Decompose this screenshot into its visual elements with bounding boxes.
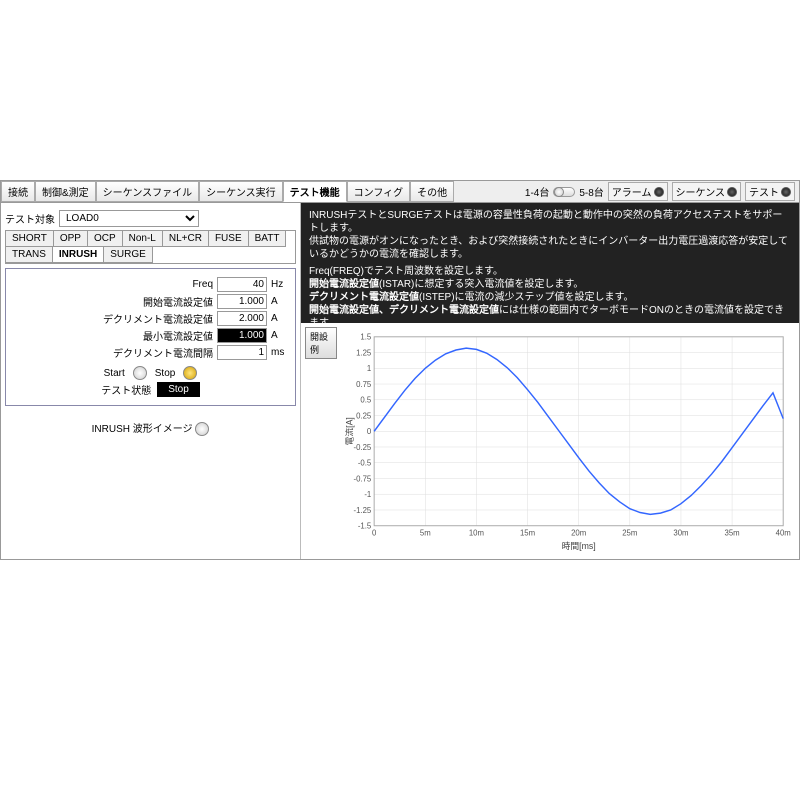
subtab-surge[interactable]: SURGE	[104, 247, 153, 263]
subtab-batt[interactable]: BATT	[249, 231, 287, 247]
unit-range-toggle[interactable]	[553, 187, 575, 197]
main-tabs-bar: 接続 制御&測定 シーケンスファイル シーケンス実行 テスト機能 コンフィグ そ…	[1, 181, 799, 203]
svg-text:10m: 10m	[469, 528, 484, 537]
inrush-wave-button[interactable]	[195, 422, 209, 436]
unit-range-left-label: 1-4台	[525, 184, 549, 199]
svg-text:20m: 20m	[571, 528, 586, 537]
freq-input[interactable]	[217, 277, 267, 292]
target-label: テスト対象	[5, 211, 55, 226]
alarm-status: アラーム	[608, 182, 668, 201]
svg-text:1.5: 1.5	[360, 333, 371, 342]
istep-unit: A	[271, 313, 287, 324]
subtab-opp[interactable]: OPP	[54, 231, 88, 247]
subtab-inrush[interactable]: INRUSH	[53, 247, 104, 263]
svg-text:電流[A]: 電流[A]	[344, 417, 355, 445]
stop-button[interactable]	[183, 366, 197, 380]
istop-input[interactable]	[217, 328, 267, 343]
istep-label: デクリメント電流設定値	[103, 311, 213, 326]
svg-text:0.25: 0.25	[356, 411, 371, 420]
inrush-wave-label: INRUSH 波形イメージ	[92, 424, 193, 435]
freq-label: Freq	[103, 279, 213, 290]
unit-range-right-label: 5-8台	[579, 184, 603, 199]
svg-text:40m: 40m	[776, 528, 791, 537]
tab-connect[interactable]: 接続	[1, 181, 35, 202]
svg-text:時間[ms]: 時間[ms]	[562, 541, 596, 551]
svg-text:1.25: 1.25	[356, 348, 371, 357]
svg-text:-0.25: -0.25	[353, 443, 371, 452]
tab-other[interactable]: その他	[410, 181, 454, 202]
svg-text:30m: 30m	[673, 528, 688, 537]
topbar-status-area: 1-4台 5-8台 アラーム シーケンス テスト	[525, 182, 799, 201]
time-label: デクリメント電流間隔	[103, 345, 213, 360]
svg-text:25m: 25m	[622, 528, 637, 537]
svg-text:35m: 35m	[725, 528, 740, 537]
istep-input[interactable]	[217, 311, 267, 326]
alarm-led-icon	[654, 187, 664, 197]
status-value: Stop	[157, 382, 200, 397]
stop-label: Stop	[155, 368, 176, 379]
subtab-nlcr[interactable]: NL+CR	[163, 231, 209, 247]
param-panel: Freq Hz 開始電流設定値 A デクリメント電流設定値 A 最小電流設定値	[5, 268, 296, 406]
time-unit: ms	[271, 347, 287, 358]
svg-text:-1.5: -1.5	[358, 522, 371, 531]
svg-text:0: 0	[372, 528, 377, 537]
description-box: INRUSHテストとSURGEテストは電源の容量性負荷の起動と動作中の突然の負荷…	[301, 203, 799, 323]
tab-sequence-file[interactable]: シーケンスファイル	[96, 181, 200, 202]
test-led-icon	[781, 187, 791, 197]
svg-text:15m: 15m	[520, 528, 535, 537]
istart-input[interactable]	[217, 294, 267, 309]
subtab-short[interactable]: SHORT	[6, 231, 54, 247]
start-button[interactable]	[133, 366, 147, 380]
chart-plot: -1.5 -1.25 -1 -0.75 -0.5 -0.25 0 0.25 0.5 0.75 1 1.…	[341, 323, 799, 559]
tab-sequence-run[interactable]: シーケンス実行	[199, 181, 283, 202]
status-label: テスト状態	[101, 382, 151, 397]
subtab-nonl[interactable]: Non-L	[123, 231, 163, 247]
istop-unit: A	[271, 330, 287, 341]
svg-text:-0.5: -0.5	[358, 459, 371, 468]
tab-test-function[interactable]: テスト機能	[283, 181, 347, 202]
test-status: テスト	[745, 182, 795, 201]
sequence-status: シーケンス	[672, 182, 742, 201]
freq-unit: Hz	[271, 279, 287, 290]
tab-config[interactable]: コンフィグ	[347, 181, 411, 202]
istart-label: 開始電流設定値	[103, 294, 213, 309]
svg-text:0: 0	[367, 427, 372, 436]
time-input[interactable]	[217, 345, 267, 360]
sine-chart: -1.5 -1.25 -1 -0.75 -0.5 -0.25 0 0.25 0.5 0.75 1 1.…	[343, 327, 791, 555]
subtab-fuse[interactable]: FUSE	[209, 231, 249, 247]
subtab-trans[interactable]: TRANS	[6, 247, 53, 263]
istop-label: 最小電流設定値	[103, 328, 213, 343]
example-button[interactable]: 開設例	[305, 327, 337, 359]
left-panel: テスト対象 LOAD0 SHORT OPP OCP Non-L NL+CR FU…	[1, 203, 301, 559]
target-select[interactable]: LOAD0	[59, 210, 199, 227]
app-window: 接続 制御&測定 シーケンスファイル シーケンス実行 テスト機能 コンフィグ そ…	[0, 180, 800, 560]
sequence-led-icon	[727, 187, 737, 197]
svg-text:-1.25: -1.25	[353, 506, 371, 515]
svg-text:0.75: 0.75	[356, 380, 371, 389]
svg-text:-1: -1	[364, 490, 371, 499]
tab-control-measure[interactable]: 制御&測定	[35, 181, 96, 202]
svg-text:-0.75: -0.75	[353, 474, 371, 483]
istart-unit: A	[271, 296, 287, 307]
subtab-ocp[interactable]: OCP	[88, 231, 123, 247]
content-area: テスト対象 LOAD0 SHORT OPP OCP Non-L NL+CR FU…	[1, 203, 799, 559]
svg-text:1: 1	[367, 364, 371, 373]
right-panel: INRUSHテストとSURGEテストは電源の容量性負荷の起動と動作中の突然の負荷…	[301, 203, 799, 559]
svg-text:5m: 5m	[420, 528, 431, 537]
chart-area: 開設例 -1.5 -1.25 -1 -0.75 -0.5 -0.25 0 0.25 0.5 0.7…	[301, 323, 799, 559]
test-type-tabs: SHORT OPP OCP Non-L NL+CR FUSE BATT TRAN…	[5, 230, 296, 264]
start-label: Start	[104, 368, 125, 379]
svg-text:0.5: 0.5	[360, 396, 371, 405]
